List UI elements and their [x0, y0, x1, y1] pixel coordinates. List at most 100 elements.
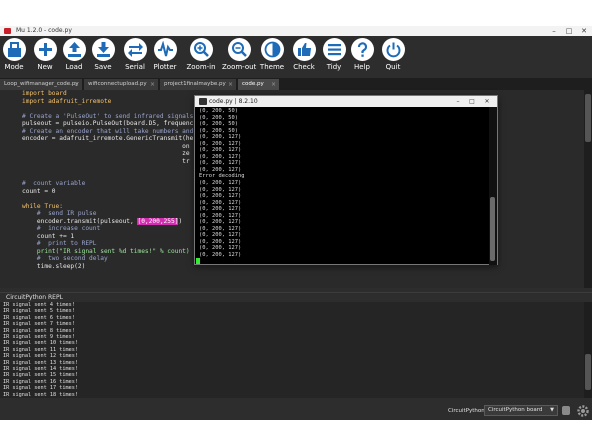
toolbar-button-new[interactable]: New — [31, 38, 59, 76]
mode-icon — [2, 38, 26, 61]
serial-line: (0, 200, 127) — [199, 232, 242, 239]
upload-icon — [62, 38, 86, 61]
close-tab-icon[interactable]: × — [271, 79, 276, 90]
terminal-cursor — [196, 258, 200, 264]
toolbar-label: Help — [354, 63, 370, 71]
repl-scrollbar[interactable] — [584, 302, 592, 398]
toolbar-button-help[interactable]: Help — [348, 38, 376, 76]
toolbar-button-check[interactable]: Check — [290, 38, 318, 76]
scrollbar-thumb[interactable] — [585, 94, 591, 142]
code-line: encoder.transmit(pulseout, [0,200,255]) — [22, 217, 183, 225]
tidy-icon — [322, 38, 346, 61]
tab-label: project1finalmaybe.py — [164, 81, 226, 87]
chevron-down-icon: ▼ — [550, 407, 554, 413]
toolbar-button-mode[interactable]: Mode — [1, 38, 27, 76]
gear-icon[interactable] — [576, 404, 590, 418]
status-bar: CircuitPython CircuitPython board ▼ — [0, 402, 592, 420]
toolbar-label: Check — [293, 63, 315, 71]
code-line: # Create an encoder that will take numbe… — [22, 127, 194, 135]
maximize-icon[interactable]: □ — [561, 26, 577, 36]
toolbar-label: Zoom-out — [222, 63, 257, 71]
close-icon[interactable]: ✕ — [481, 96, 493, 107]
toolbar-label: Load — [65, 63, 83, 71]
code-line: # increase count — [22, 225, 101, 232]
repl-line: IR signal sent 15 times! — [3, 372, 78, 379]
serial-output: (0, 200, 50) (0, 200, 50) (0, 200, 50) (0, … — [199, 108, 244, 259]
toolbar-button-serial[interactable]: Serial — [121, 38, 149, 76]
repl-line: IR signal sent 5 times! — [3, 308, 75, 315]
serial-line: (0, 200, 127) — [199, 134, 242, 141]
close-tab-icon[interactable]: × — [228, 79, 233, 90]
close-icon[interactable]: ✕ — [576, 26, 592, 36]
serial-line: (0, 200, 127) — [199, 180, 242, 187]
serial-arrows-icon — [123, 38, 147, 61]
editor-scrollbar[interactable] — [584, 90, 592, 288]
code-line: encoder = adafruit_irremote.GenericTrans… — [22, 135, 194, 142]
code-line: # two second delay — [22, 255, 108, 262]
selected-text[interactable]: [0,200,255] — [137, 217, 179, 225]
tab-wificonnectupload-py[interactable]: wificonnectupload.py × — [84, 79, 159, 90]
serial-line: (0, 200, 127) — [199, 193, 242, 200]
code-line: count += 1 — [22, 232, 75, 240]
close-tab-icon[interactable]: × — [74, 79, 79, 90]
window-title: Mu 1.2.0 - code.py — [16, 27, 72, 34]
minimize-icon[interactable]: – — [546, 26, 562, 36]
toolbar-button-theme[interactable]: Theme — [258, 38, 286, 76]
toolbar-label: Serial — [125, 63, 145, 71]
toolbar-button-quit[interactable]: Quit — [379, 38, 407, 76]
repl-line: IR signal sent 7 times! — [3, 321, 75, 328]
code-line: # count variable — [22, 180, 86, 187]
download-icon — [91, 38, 115, 61]
code-line: # Create a 'PulseOut' to send infrared s… — [22, 112, 194, 120]
tab-code-py[interactable]: code.py × — [238, 79, 280, 90]
minimize-icon[interactable]: – — [452, 96, 464, 107]
serial-line: (0, 200, 127) — [199, 206, 242, 213]
toolbar-button-tidy[interactable]: Tidy — [320, 38, 348, 76]
serial-console-window[interactable]: code.py | 8.2.10 – □ ✕ (0, 200, 50) (0, 2… — [194, 95, 498, 265]
toolbar-label: Theme — [259, 63, 285, 71]
tab-label: Loop_wifimanager_code.py — [4, 81, 79, 87]
toolbar-label: Save — [94, 63, 112, 71]
help-icon — [350, 38, 374, 61]
code-line: # send IR pulse — [22, 210, 97, 217]
toolbar: Mode New Load Save Serial Plotter Zoom-in Zoom-… — [0, 36, 592, 76]
scrollbar-thumb[interactable] — [490, 197, 495, 261]
toolbar-button-zoom-out[interactable]: Zoom-out — [222, 38, 256, 76]
tab-loop-wifimanager-code-py[interactable]: Loop_wifimanager_code.py × — [0, 79, 83, 90]
plus-icon — [33, 38, 57, 61]
toolbar-label: Mode — [4, 63, 24, 71]
device-status-icon[interactable] — [562, 406, 570, 415]
code-line: pulseout = pulseio.PulseOut(board.D5, fr… — [22, 120, 194, 127]
repl-line: IR signal sent 17 times! — [3, 385, 78, 392]
tab-label: code.py — [242, 81, 264, 87]
serial-line: (0, 200, 50) — [199, 121, 238, 128]
toolbar-button-zoom-in[interactable]: Zoom-in — [186, 38, 216, 76]
scrollbar-thumb[interactable] — [585, 354, 591, 390]
close-tab-icon[interactable]: × — [150, 79, 155, 90]
toolbar-label: Zoom-in — [186, 63, 216, 71]
repl-line: IR signal sent 12 times! — [3, 353, 78, 360]
serial-line: (0, 200, 50) — [199, 108, 238, 114]
power-icon — [381, 38, 405, 61]
code-line: import adafruit_irremote — [22, 97, 112, 105]
code-line: ze — [22, 150, 190, 157]
code-line: on — [22, 142, 190, 150]
toolbar-button-plotter[interactable]: Plotter — [151, 38, 179, 76]
tab-project1finalmaybe-py[interactable]: project1finalmaybe.py × — [160, 79, 237, 90]
maximize-icon[interactable]: □ — [466, 96, 478, 107]
code-text[interactable]: import board import adafruit_irremote # Cr… — [22, 90, 193, 270]
board-select[interactable]: CircuitPython board ▼ — [484, 405, 558, 416]
toolbar-button-load[interactable]: Load — [60, 38, 88, 76]
toolbar-label: Tidy — [326, 63, 342, 71]
repl-lines: IR signal sent 4 times! IR signal sent 5 … — [3, 302, 78, 398]
repl-line: IR signal sent 10 times! — [3, 340, 78, 347]
serial-scrollbar[interactable] — [489, 107, 497, 265]
thumbs-up-icon — [292, 38, 316, 61]
mu-app-icon — [4, 28, 11, 34]
toolbar-button-save[interactable]: Save — [89, 38, 117, 76]
mode-indicator: CircuitPython — [448, 408, 485, 414]
repl-output[interactable]: IR signal sent 4 times! IR signal sent 5 … — [0, 302, 584, 398]
serial-line: (0, 200, 127) — [199, 219, 242, 226]
zoom-in-icon — [189, 38, 213, 61]
